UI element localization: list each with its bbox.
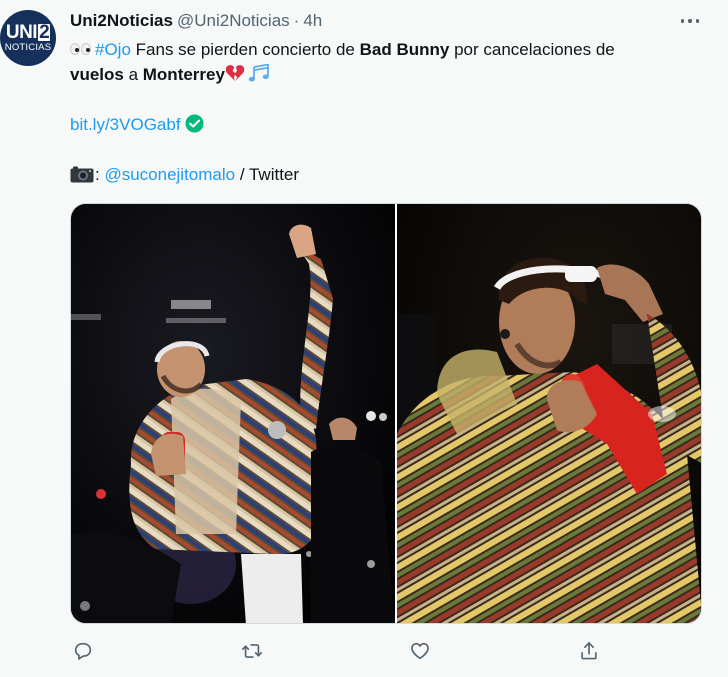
avatar[interactable]: UNI 2 NOTICIAS [0,10,56,66]
retweet-icon[interactable] [241,640,265,664]
reply-icon[interactable] [72,640,96,664]
tweet-text-line-credit: : @suconejitomalo / Twitter [70,162,710,187]
verified-check-emoji [185,114,204,133]
text-segment: Fans se pierden concierto de [130,40,360,59]
share-icon[interactable] [578,640,602,664]
tweet-text-line-1: #Ojo Fans se pierden concierto de Bad Bu… [70,37,710,62]
avatar-logo: UNI 2 [5,21,51,43]
tweet-header: Uni2Noticias @Uni2Noticias · 4h [70,11,322,31]
tweet-timestamp[interactable]: 4h [303,11,322,31]
photo-left[interactable] [71,204,395,623]
avatar-logo-subtitle: NOTICIAS [4,41,52,53]
like-icon[interactable] [409,640,433,664]
camera-emoji [70,166,94,183]
tweet-actions [70,640,630,664]
concert-photo-sunglasses [397,204,701,623]
text-segment: a [123,65,143,84]
short-link[interactable]: bit.ly/3VOGabf [70,115,181,134]
hashtag-link[interactable]: #Ojo [95,40,131,59]
separator-dot: · [293,11,300,30]
bold-vuelos: vuelos [70,65,124,84]
author-display-name[interactable]: Uni2Noticias [70,11,173,31]
tweet-text-line-2: vuelos a Monterrey [70,62,710,87]
concert-photo-raised-fist [71,204,395,623]
text-segment: por cancelaciones de [449,40,615,59]
broken-heart-emoji [225,65,245,81]
tweet[interactable]: UNI 2 NOTICIAS Uni2Noticias @Uni2Noticias… [0,0,728,677]
photo-right[interactable] [397,204,701,623]
bold-bad-bunny: Bad Bunny [359,40,450,59]
musical-notes-emoji [248,64,269,82]
media-grid[interactable] [70,203,702,624]
eyes-emoji [70,42,92,56]
tweet-text-line-link: bit.ly/3VOGabf [70,112,710,137]
author-handle[interactable]: @Uni2Noticias [177,11,290,31]
mention-link[interactable]: @suconejitomalo [104,165,235,184]
tweet-text: #Ojo Fans se pierden concierto de Bad Bu… [70,37,710,187]
more-options-icon[interactable] [678,13,702,29]
text-segment: / Twitter [235,165,300,184]
bold-monterrey: Monterrey [142,65,225,84]
